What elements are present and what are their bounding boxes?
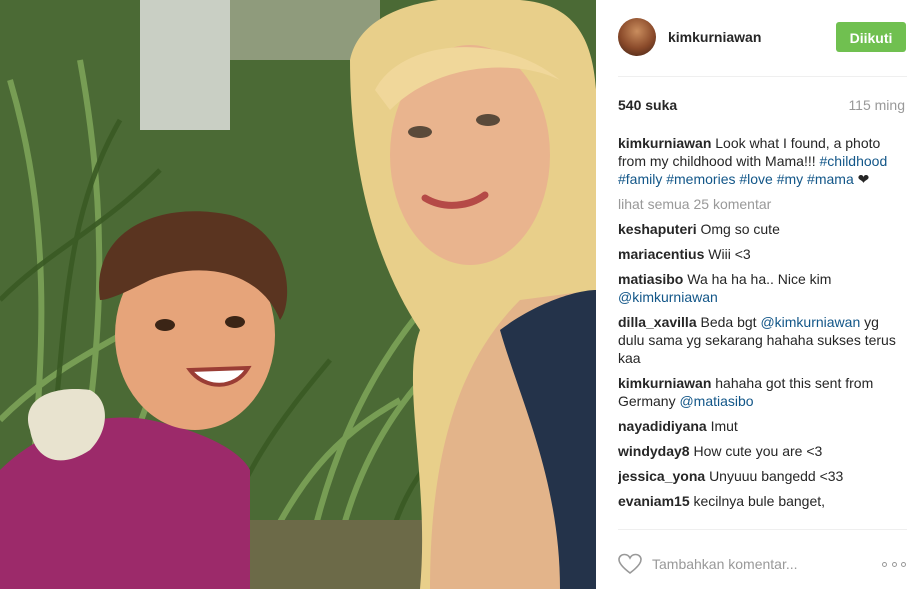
photo-illustration	[0, 0, 596, 589]
list-item: dilla_xavilla Beda bgt @kimkurniawan yg …	[618, 313, 898, 367]
likes-count[interactable]: 540 suka	[618, 97, 677, 113]
author-username[interactable]: kimkurniawan	[668, 29, 761, 45]
list-item: kimkurniawan hahaha got this sent from G…	[618, 374, 898, 410]
heart-icon[interactable]	[618, 553, 642, 575]
list-item: jessica_yona Unyuuu bangedd <33	[618, 467, 898, 485]
comment-username[interactable]: matiasibo	[618, 271, 683, 287]
comment-username[interactable]: keshaputeri	[618, 221, 697, 237]
add-comment-input[interactable]	[652, 553, 852, 575]
comment-username[interactable]: nayadidiyana	[618, 418, 707, 434]
comment-username[interactable]: mariacentius	[618, 246, 704, 262]
comment-mention[interactable]: @kimkurniawan	[618, 289, 718, 305]
comment-text: How cute you are <3	[693, 443, 823, 459]
view-all-comments-link[interactable]: lihat semua 25 komentar	[618, 195, 898, 213]
comment-text: Beda bgt	[700, 314, 761, 330]
post-details-panel: kimkurniawan Diikuti 540 suka 115 ming k…	[596, 0, 911, 589]
comment-username[interactable]: evaniam15	[618, 493, 690, 509]
comment-text: Unyuuu bangedd <33	[709, 468, 844, 484]
post-photo[interactable]	[0, 0, 596, 589]
comment-text: kecilnya bule banget,	[693, 493, 826, 509]
footer-divider	[618, 529, 907, 530]
comment-mention[interactable]: @kimkurniawan	[760, 314, 860, 330]
comment-text: Wiii <3	[708, 246, 751, 262]
comment-text: Imut	[710, 418, 738, 434]
comment-text: Omg so cute	[700, 221, 780, 237]
caption-username[interactable]: kimkurniawan	[618, 135, 711, 151]
comment-username[interactable]: dilla_xavilla	[618, 314, 697, 330]
post-time[interactable]: 115 ming	[848, 97, 905, 113]
list-item: windyday8 How cute you are <3	[618, 442, 898, 460]
following-button[interactable]: Diikuti	[836, 22, 906, 52]
comment-username[interactable]: kimkurniawan	[618, 375, 711, 391]
comment-text: Wa ha ha ha.. Nice kim	[687, 271, 832, 287]
more-options-icon[interactable]	[882, 553, 906, 575]
list-item: mariacentius Wiii <3	[618, 245, 898, 263]
list-item: keshaputeri Omg so cute	[618, 220, 898, 238]
list-item: evaniam15 kecilnya bule banget,	[618, 492, 898, 510]
list-item: nayadidiyana Imut	[618, 417, 898, 435]
list-item: matiasibo Wa ha ha ha.. Nice kim @kimkur…	[618, 270, 898, 306]
comment-username[interactable]: jessica_yona	[618, 468, 705, 484]
header-divider	[618, 76, 907, 77]
avatar[interactable]	[618, 18, 656, 56]
heart-emoji: ❤	[857, 171, 870, 187]
comment-username[interactable]: windyday8	[618, 443, 690, 459]
post-header: kimkurniawan Diikuti	[596, 0, 911, 76]
post-footer	[596, 540, 911, 589]
comment-mention[interactable]: @matiasibo	[679, 393, 753, 409]
caption: kimkurniawan Look what I found, a photo …	[618, 134, 898, 188]
comments-list[interactable]: kimkurniawan Look what I found, a photo …	[618, 134, 898, 527]
